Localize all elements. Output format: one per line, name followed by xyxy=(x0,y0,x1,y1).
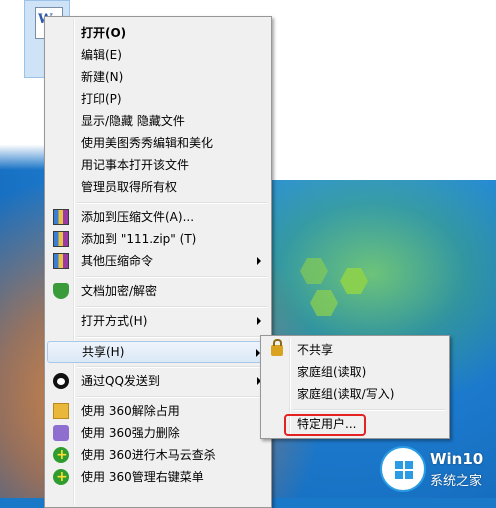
menu-item-label: 打印(P) xyxy=(81,92,122,106)
shield-icon xyxy=(53,283,69,299)
submenu-arrow-icon xyxy=(257,257,261,265)
menu-item-encrypt[interactable]: 文档加密/解密 xyxy=(47,280,269,302)
menu-item-label: 打开(O) xyxy=(81,26,127,40)
menu-item-share[interactable]: 共享(H) xyxy=(47,341,269,363)
360-security-icon xyxy=(53,466,69,488)
winrar-icon xyxy=(53,231,69,247)
menu-item-label: 添加到压缩文件(A)... xyxy=(81,210,195,224)
menu-item-label: 显示/隐藏 隐藏文件 xyxy=(81,114,185,128)
menu-separator xyxy=(77,276,267,278)
menu-item-meitu-edit[interactable]: 使用美图秀秀编辑和美化 xyxy=(47,132,269,154)
wallpaper-hex-shape xyxy=(340,268,368,294)
submenu-item-no-share[interactable]: 不共享 xyxy=(263,339,447,361)
menu-item-360-trojan-scan[interactable]: 使用 360进行木马云查杀 xyxy=(47,444,269,466)
menu-item-label: 家庭组(读取) xyxy=(297,365,367,379)
menu-item-label: 不共享 xyxy=(297,343,334,357)
annotation-highlight-box xyxy=(284,414,366,436)
menu-item-edit[interactable]: 编辑(E) xyxy=(47,44,269,66)
menu-item-label: 共享(H) xyxy=(82,345,125,359)
windows-logo-icon xyxy=(380,446,426,492)
qq-penguin-icon xyxy=(53,373,69,389)
watermark-title: Win10 xyxy=(430,450,484,468)
menu-item-label: 使用 360管理右键菜单 xyxy=(81,470,204,484)
menu-separator xyxy=(77,366,267,368)
menu-item-toggle-hidden[interactable]: 显示/隐藏 隐藏文件 xyxy=(47,110,269,132)
menu-item-label: 打开方式(H) xyxy=(81,314,148,328)
menu-item-new[interactable]: 新建(N) xyxy=(47,66,269,88)
watermark-subtitle: 系统之家 xyxy=(430,474,483,489)
menu-item-label: 使用 360解除占用 xyxy=(81,404,180,418)
menu-item-take-ownership[interactable]: 管理员取得所有权 xyxy=(47,176,269,198)
site-watermark: Win10 系统之家 xyxy=(372,440,496,498)
menu-item-open[interactable]: 打开(O) xyxy=(47,22,269,44)
menu-item-label: 文档加密/解密 xyxy=(81,284,158,298)
menu-separator xyxy=(77,336,267,338)
menu-item-label: 新建(N) xyxy=(81,70,124,84)
menu-item-open-with[interactable]: 打开方式(H) xyxy=(47,310,269,332)
menu-item-360-unlock[interactable]: 使用 360解除占用 xyxy=(47,400,269,422)
menu-item-label: 家庭组(读取/写入) xyxy=(297,387,395,401)
wallpaper-hex-shape xyxy=(310,290,338,316)
menu-separator xyxy=(77,306,267,308)
menu-item-print[interactable]: 打印(P) xyxy=(47,88,269,110)
wallpaper-hex-shape xyxy=(300,258,328,284)
menu-item-open-notepad[interactable]: 用记事本打开该文件 xyxy=(47,154,269,176)
menu-item-label: 其他压缩命令 xyxy=(81,254,154,268)
menu-item-label: 通过QQ发送到 xyxy=(81,374,160,388)
menu-separator xyxy=(77,396,267,398)
menu-separator xyxy=(77,202,267,204)
submenu-item-homegroup-readwrite[interactable]: 家庭组(读取/写入) xyxy=(263,383,447,405)
winrar-icon xyxy=(53,209,69,225)
submenu-item-homegroup-read[interactable]: 家庭组(读取) xyxy=(263,361,447,383)
context-menu: 打开(O) 编辑(E) 新建(N) 打印(P) 显示/隐藏 隐藏文件 使用美图秀… xyxy=(44,16,272,508)
winrar-icon xyxy=(53,253,69,269)
menu-item-add-to-zip[interactable]: 添加到 "111.zip" (T) xyxy=(47,228,269,250)
menu-item-label: 管理员取得所有权 xyxy=(81,180,178,194)
menu-item-360-manage-menu[interactable]: 使用 360管理右键菜单 xyxy=(47,466,269,488)
360-security-icon xyxy=(53,444,69,466)
menu-item-label: 添加到 "111.zip" (T) xyxy=(81,232,197,246)
lock-icon xyxy=(271,339,283,356)
menu-item-other-compress[interactable]: 其他压缩命令 xyxy=(47,250,269,272)
menu-item-label: 用记事本打开该文件 xyxy=(81,158,190,172)
menu-item-label: 编辑(E) xyxy=(81,48,122,62)
menu-item-360-force-delete[interactable]: 使用 360强力删除 xyxy=(47,422,269,444)
shredder-icon xyxy=(53,425,69,441)
menu-separator xyxy=(293,409,445,411)
menu-item-label: 使用美图秀秀编辑和美化 xyxy=(81,136,214,150)
menu-item-add-to-archive[interactable]: 添加到压缩文件(A)... xyxy=(47,206,269,228)
menu-item-label: 使用 360强力删除 xyxy=(81,426,180,440)
submenu-arrow-icon xyxy=(257,317,261,325)
menu-item-send-via-qq[interactable]: 通过QQ发送到 xyxy=(47,370,269,392)
menu-item-label: 使用 360进行木马云查杀 xyxy=(81,448,216,462)
folder-lock-icon xyxy=(53,403,69,419)
